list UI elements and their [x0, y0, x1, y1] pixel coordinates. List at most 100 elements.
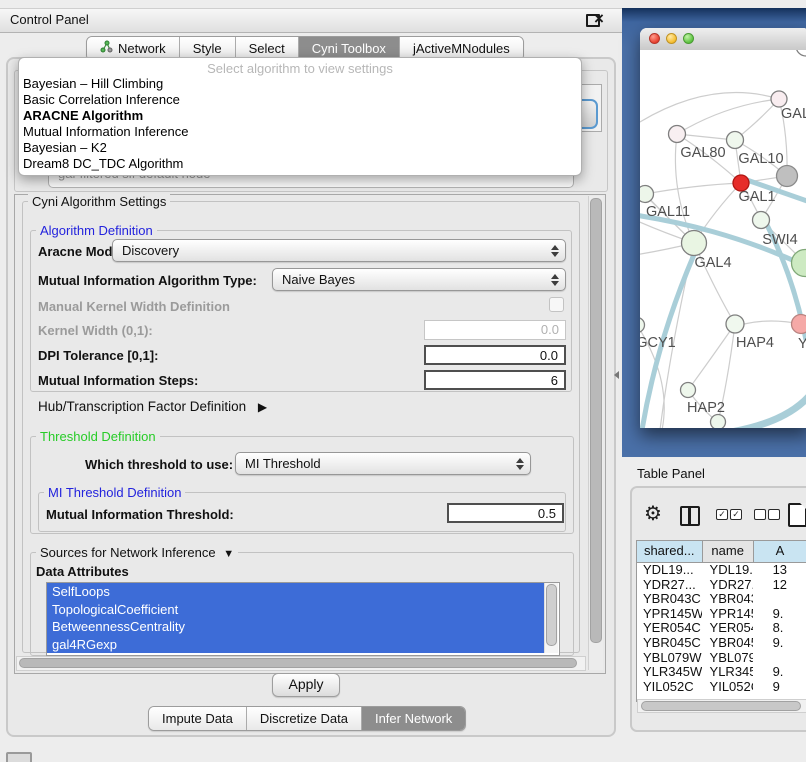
manual-kernel-checkbox[interactable] [549, 297, 564, 312]
table-cell [753, 592, 806, 607]
network-node-swi4[interactable] [753, 212, 770, 229]
dpi-tolerance-field[interactable]: 0.0 [424, 345, 566, 365]
table-cell: YER054C [637, 621, 702, 636]
apply-button[interactable]: Apply [272, 673, 340, 697]
network-node[interactable] [796, 50, 806, 56]
columns-icon[interactable] [680, 506, 700, 526]
checkbox-checked-icon[interactable]: ✓ [716, 509, 728, 520]
mi-type-value: Naive Bayes [282, 272, 355, 287]
tab-infer-network[interactable]: Infer Network [362, 707, 465, 730]
network-node[interactable] [711, 415, 726, 429]
close-panel-icon[interactable]: × [594, 9, 604, 29]
network-node[interactable] [792, 250, 806, 277]
attributes-vscrollbar-thumb[interactable] [546, 584, 557, 646]
table-hscrollbar[interactable] [637, 699, 806, 713]
network-canvas[interactable]: GALGAL80GAL10GAL1GAL11SWI4GAL4GCY1HAP4YH… [640, 50, 806, 428]
tab-impute-data[interactable]: Impute Data [149, 707, 247, 730]
attribute-item-selected[interactable]: SelfLoops [47, 583, 549, 601]
table-row[interactable]: YLR345WYLR345W9. [637, 665, 806, 680]
network-edge[interactable] [677, 99, 779, 134]
table-row[interactable]: YER054CYER054C8. [637, 621, 806, 636]
network-node-hap4[interactable] [726, 315, 744, 333]
network-node-gal[interactable] [771, 91, 787, 107]
mi-type-combo[interactable]: Naive Bayes [272, 268, 566, 291]
table-row[interactable]: YBL079WYBL079W [637, 651, 806, 666]
aracne-mode-combo[interactable]: Discovery [112, 239, 566, 262]
table-cell: YPR145W [637, 607, 702, 622]
algorithm-definition-title: Algorithm Definition [36, 223, 157, 238]
table-row[interactable]: YDR27...YDR27...12 [637, 578, 806, 593]
algorithm-option[interactable]: Bayesian – K2 [19, 140, 581, 156]
algorithm-option[interactable]: Bayesian – Hill Climbing [19, 76, 581, 92]
network-edge[interactable] [688, 324, 735, 390]
table-cell: YDR27... [637, 578, 702, 593]
table-cell: 9 [753, 680, 806, 695]
hub-definition-toggle[interactable]: Hub/Transcription Factor Definition ▶ [38, 399, 267, 414]
algorithm-option[interactable]: ARACNE Algorithm [19, 108, 581, 124]
table-cell: YBL079W [637, 651, 702, 666]
table-row[interactable]: YBR043CYBR043C [637, 592, 806, 607]
document-icon[interactable] [788, 503, 806, 527]
table-cell: 12 [753, 578, 806, 593]
settings-hscrollbar-thumb[interactable] [19, 658, 577, 668]
window-zoom-icon[interactable] [683, 33, 694, 44]
algorithm-option[interactable]: Mutual Information Inference [19, 124, 581, 140]
node-label: SWI4 [762, 232, 797, 248]
attribute-item-selected[interactable]: BetweennessCentrality [47, 618, 549, 636]
control-panel-title: Control Panel [10, 12, 89, 27]
sources-title[interactable]: Sources for Network Inference ▼ [36, 545, 238, 560]
table-cell: YBR043C [637, 592, 702, 607]
network-node-gal4[interactable] [682, 231, 707, 256]
panel-resize-handle[interactable] [614, 371, 619, 379]
mi-threshold-field[interactable]: 0.5 [447, 503, 564, 523]
network-overview-window[interactable]: GALGAL80GAL10GAL1GAL11SWI4GAL4GCY1HAP4YH… [640, 28, 806, 428]
table-row[interactable]: YIL052CYIL052C9 [637, 680, 806, 695]
table-cell: YDL19... [702, 563, 753, 578]
cyni-algorithm-settings-title: Cyni Algorithm Settings [28, 194, 170, 209]
tab-discretize-data[interactable]: Discretize Data [247, 707, 362, 730]
node-label: GAL [781, 106, 806, 122]
attribute-item-selected[interactable]: TopologicalCoefficient [47, 601, 549, 619]
attribute-item-selected[interactable]: gal4RGexp [47, 636, 549, 654]
table-row[interactable]: YBR045CYBR045C9. [637, 636, 806, 651]
kernel-width-label: Kernel Width (0,1): [38, 323, 153, 338]
window-minimize-icon[interactable] [666, 33, 677, 44]
minimized-panel-icon[interactable] [6, 752, 32, 762]
mi-steps-field[interactable]: 6 [424, 370, 566, 390]
node-label: GAL4 [694, 255, 731, 271]
network-node-y[interactable] [792, 315, 806, 334]
table-row[interactable]: YDL19...YDL19...13 [637, 563, 806, 578]
network-node-gal11[interactable] [640, 186, 654, 203]
network-node-hap2[interactable] [681, 383, 696, 398]
network-edge[interactable] [645, 183, 741, 194]
network-window-titlebar[interactable] [640, 28, 806, 51]
gear-icon[interactable]: ⚙ [644, 501, 662, 526]
threshold-definition-title: Threshold Definition [36, 429, 160, 444]
node-table[interactable]: shared...nameA YDL19...YDL19...13YDR27..… [636, 540, 806, 702]
network-node-gal10[interactable] [727, 132, 744, 149]
table-row[interactable]: YPR145WYPR145W9. [637, 607, 806, 622]
network-node[interactable] [777, 166, 798, 187]
column-header[interactable]: name [703, 541, 754, 562]
checkbox-unchecked-icon[interactable] [754, 509, 766, 520]
window-close-icon[interactable] [649, 33, 660, 44]
manual-kernel-label: Manual Kernel Width Definition [38, 299, 230, 314]
kernel-width-field[interactable]: 0.0 [424, 320, 566, 340]
mi-steps-label: Mutual Information Steps: [38, 373, 198, 388]
aracne-mode-value: Discovery [122, 243, 179, 258]
which-threshold-label: Which threshold to use: [85, 457, 233, 472]
checkbox-unchecked-icon[interactable] [768, 509, 780, 520]
checkbox-checked-icon[interactable]: ✓ [730, 509, 742, 520]
table-header-row: shared...nameA [637, 541, 806, 563]
data-attributes-list[interactable]: SelfLoopsTopologicalCoefficientBetweenne… [46, 582, 560, 656]
algorithm-option[interactable]: Dream8 DC_TDC Algorithm [19, 156, 581, 172]
table-hscrollbar-thumb[interactable] [641, 701, 801, 711]
algorithm-option[interactable]: Basic Correlation Inference [19, 92, 581, 108]
which-threshold-combo[interactable]: MI Threshold [235, 452, 531, 475]
mi-threshold-definition-title: MI Threshold Definition [44, 485, 185, 500]
column-header[interactable]: A [754, 541, 806, 562]
network-node-gcy1[interactable] [640, 318, 645, 333]
network-node-gal80[interactable] [669, 126, 686, 143]
column-header[interactable]: shared... [637, 541, 703, 562]
settings-vscrollbar-thumb[interactable] [590, 198, 602, 643]
